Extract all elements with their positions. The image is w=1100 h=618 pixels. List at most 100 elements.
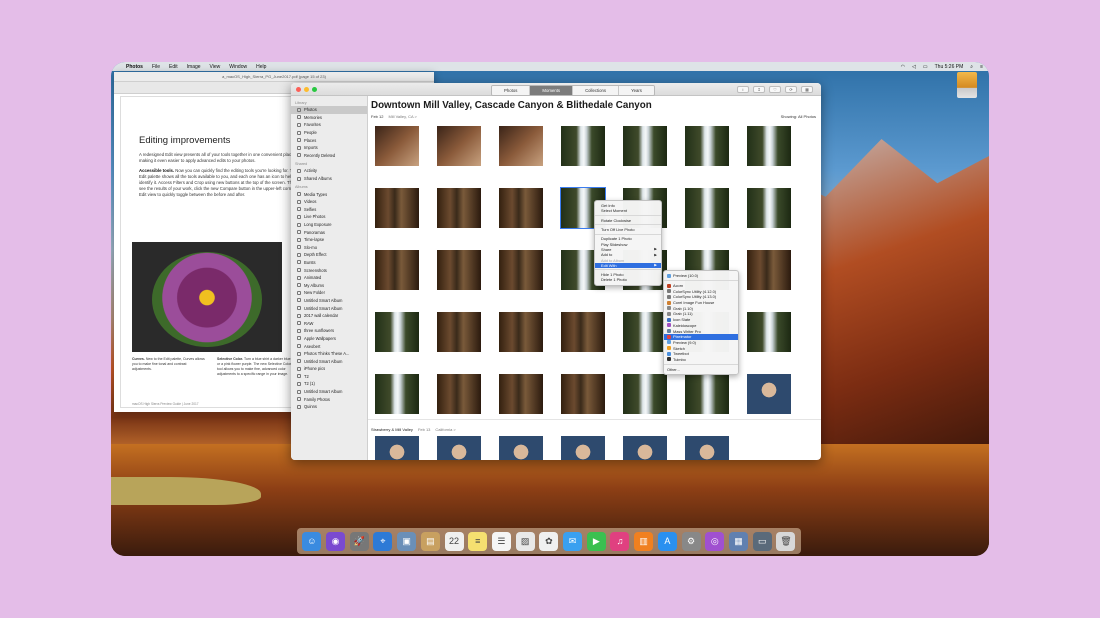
sidebar-item[interactable]: RAW	[291, 319, 367, 327]
photo-thumbnail[interactable]	[375, 436, 419, 460]
downloads-folder-icon[interactable]: ▭	[752, 531, 772, 551]
photo-thumbnail[interactable]	[747, 188, 791, 228]
menu-file[interactable]: File	[152, 64, 160, 70]
sidebar-item[interactable]: Shared Albums	[291, 175, 367, 183]
sidebar-item[interactable]: Places	[291, 136, 367, 144]
podcasts-icon[interactable]: ◎	[705, 531, 725, 551]
sidebar-item[interactable]: Family Photos	[291, 395, 367, 403]
sidebar-item[interactable]: Media Types	[291, 190, 367, 198]
photo-thumbnail[interactable]	[437, 188, 481, 228]
menu-view[interactable]: View	[210, 64, 221, 70]
sidebar-item[interactable]: 2017 wall calendar	[291, 312, 367, 320]
sidebar-item[interactable]: Animated	[291, 274, 367, 282]
sidebar-item[interactable]: Panoramas	[291, 228, 367, 236]
photo-thumbnail[interactable]	[623, 126, 667, 166]
sidebar-item[interactable]: Untitled Smart Album	[291, 297, 367, 305]
photo-thumbnail[interactable]	[561, 436, 605, 460]
sidebar-item[interactable]: T2	[291, 373, 367, 381]
sidebar-item[interactable]: Recently Deleted	[291, 152, 367, 160]
sidebar-item[interactable]: Activity	[291, 167, 367, 175]
safari-icon[interactable]: ⌖	[373, 531, 393, 551]
sidebar-item[interactable]: Depth Effect	[291, 251, 367, 259]
finder-icon[interactable]: ☺	[302, 531, 322, 551]
showing-filter[interactable]: Showing: All Photos	[781, 114, 816, 119]
photo-thumbnail[interactable]	[561, 374, 605, 414]
photo-thumbnail[interactable]	[747, 126, 791, 166]
photo-thumbnail[interactable]	[561, 126, 605, 166]
menu-edit[interactable]: Edit	[169, 64, 178, 70]
photo-thumbnail[interactable]	[623, 436, 667, 460]
sidebar-item[interactable]: Slo-mo	[291, 244, 367, 252]
edit-with-app-item[interactable]: Tuimbo	[664, 357, 738, 363]
tab-moments[interactable]: Moments	[530, 86, 574, 95]
photo-thumbnail[interactable]	[375, 312, 419, 352]
sidebar-item[interactable]: three sunflowers	[291, 327, 367, 335]
photos-icon[interactable]: ✿	[539, 531, 559, 551]
notes-icon[interactable]: ≡	[468, 531, 488, 551]
context-menu-item[interactable]: Select Moment	[595, 208, 661, 213]
photo-thumbnail[interactable]	[375, 188, 419, 228]
sidebar-item[interactable]: Untitled Smart Album	[291, 357, 367, 365]
image-capture-icon[interactable]: ▦	[729, 531, 748, 551]
grid-icon[interactable]: ▦	[801, 86, 813, 93]
photo-thumbnail[interactable]	[499, 374, 543, 414]
sidebar-item[interactable]: iPhone pics	[291, 365, 367, 373]
sidebar-item[interactable]: Selfies	[291, 206, 367, 214]
photo-thumbnail[interactable]	[499, 312, 543, 352]
photo-thumbnail[interactable]	[747, 250, 791, 290]
context-menu-item[interactable]: Delete 1 Photo	[595, 277, 661, 282]
menu-window[interactable]: Window	[229, 64, 247, 70]
context-menu-item[interactable]: Turn Off Live Photo	[595, 227, 661, 232]
menu-clock[interactable]: Thu 5:26 PM	[935, 64, 964, 70]
sidebar-item[interactable]: Memories	[291, 114, 367, 122]
favorite-icon[interactable]: ♡	[769, 86, 781, 93]
messages-icon[interactable]: ✉	[563, 531, 583, 551]
moment2-location[interactable]: California >	[435, 427, 455, 432]
sidebar-item[interactable]: Screenshots	[291, 266, 367, 274]
photo-thumbnail[interactable]	[499, 126, 543, 166]
sidebar-item[interactable]: Apple Wallpapers	[291, 335, 367, 343]
menu-app-name[interactable]: Photos	[126, 64, 143, 70]
sidebar-item[interactable]: Live Photos	[291, 213, 367, 221]
sidebar-item[interactable]: Photos	[291, 106, 367, 114]
hard-drive-icon[interactable]	[957, 72, 977, 98]
photo-thumbnail[interactable]	[437, 312, 481, 352]
photo-thumbnail[interactable]	[499, 250, 543, 290]
photo-thumbnail[interactable]	[375, 126, 419, 166]
photo-thumbnail[interactable]	[375, 250, 419, 290]
photo-thumbnail[interactable]	[499, 188, 543, 228]
sidebar-item[interactable]: My Albums	[291, 281, 367, 289]
preview-titlebar[interactable]: a_macOS_High_Sierra_PG_June2017.pdf (pag…	[114, 72, 434, 82]
sidebar-item[interactable]: People	[291, 129, 367, 137]
preview-doc-icon[interactable]: ▨	[515, 531, 535, 551]
info-icon[interactable]: i	[737, 86, 749, 93]
reminders-icon[interactable]: ☰	[491, 531, 511, 551]
menu-image[interactable]: Image	[187, 64, 201, 70]
menu-help[interactable]: Help	[256, 64, 266, 70]
sidebar-item[interactable]: New Folder	[291, 289, 367, 297]
photo-thumbnail[interactable]	[685, 374, 729, 414]
app-store-icon[interactable]: A	[657, 531, 677, 551]
photo-thumbnail[interactable]	[437, 436, 481, 460]
sidebar-item[interactable]: Quinns	[291, 403, 367, 411]
trash-icon[interactable]: 🗑	[776, 531, 796, 551]
siri-icon[interactable]: ◉	[326, 531, 346, 551]
photo-thumbnail[interactable]	[437, 374, 481, 414]
photo-thumbnail[interactable]	[685, 126, 729, 166]
photo-thumbnail[interactable]	[747, 312, 791, 352]
sidebar-item[interactable]: Untitled Smart Album	[291, 304, 367, 312]
photo-thumbnail[interactable]	[375, 374, 419, 414]
photo-thumbnail[interactable]	[747, 374, 791, 414]
rotate-icon[interactable]: ⟳	[785, 86, 797, 93]
tab-photos[interactable]: Photos	[492, 86, 531, 95]
sidebar-item[interactable]: Long Exposure	[291, 221, 367, 229]
photo-thumbnail[interactable]	[623, 374, 667, 414]
share-icon[interactable]: ↥	[753, 86, 765, 93]
sidebar-item[interactable]: Imports	[291, 144, 367, 152]
context-menu-item[interactable]: Edit With ▶	[595, 262, 661, 268]
sidebar-item[interactable]: Aseobert	[291, 342, 367, 350]
facetime-icon[interactable]: ▶	[586, 531, 606, 551]
photo-thumbnail[interactable]	[685, 188, 729, 228]
sidebar-item[interactable]: Videos	[291, 198, 367, 206]
photo-thumbnail[interactable]	[623, 312, 667, 352]
